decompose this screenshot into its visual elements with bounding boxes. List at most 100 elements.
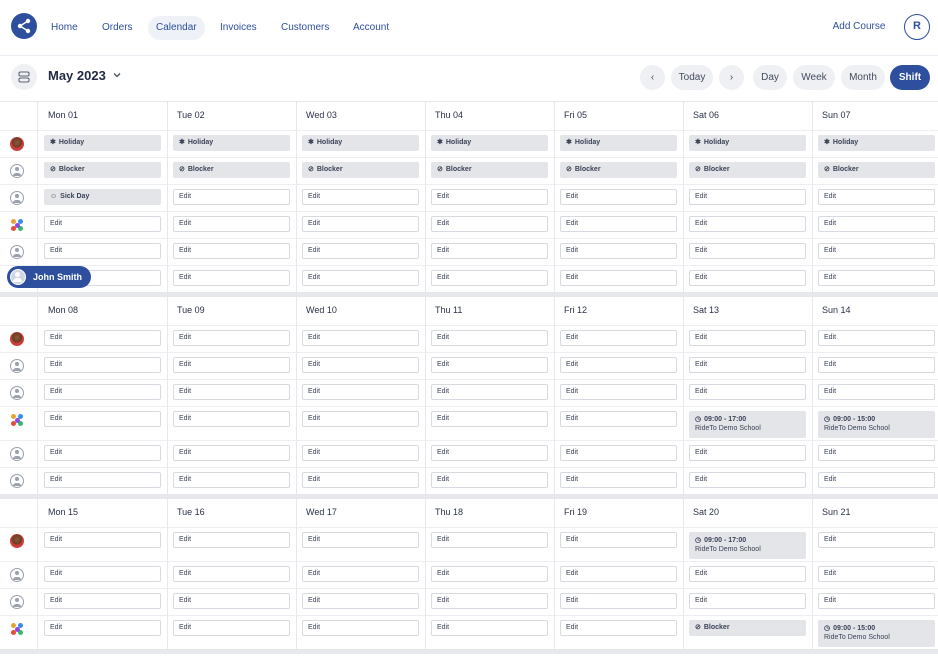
edit-shift-cell[interactable]: Edit [818, 216, 935, 232]
edit-shift-cell[interactable]: Edit [173, 532, 290, 548]
edit-shift-cell[interactable]: Edit [560, 216, 677, 232]
edit-shift-cell[interactable]: Edit [689, 566, 806, 582]
share-logo-icon[interactable] [11, 13, 37, 39]
edit-shift-cell[interactable]: Edit [302, 532, 419, 548]
edit-shift-cell[interactable]: Edit [173, 189, 290, 205]
edit-shift-cell[interactable]: Edit [302, 357, 419, 373]
nav-invoices[interactable]: Invoices [212, 16, 265, 40]
staff-photo-avatar[interactable] [10, 137, 24, 151]
view-month[interactable]: Month [841, 65, 885, 90]
edit-shift-cell[interactable]: Edit [431, 566, 548, 582]
edit-shift-cell[interactable]: Edit [44, 472, 161, 488]
edit-shift-cell[interactable]: Edit [302, 566, 419, 582]
nav-customers[interactable]: Customers [273, 16, 337, 40]
edit-shift-cell[interactable]: Edit [302, 330, 419, 346]
edit-shift-cell[interactable]: Edit [44, 445, 161, 461]
holiday-badge[interactable]: ✱ Holiday [44, 135, 161, 151]
staff-default-avatar[interactable] [10, 191, 24, 205]
edit-shift-cell[interactable]: Edit [431, 472, 548, 488]
staff-tag-john-smith[interactable]: John Smith [7, 266, 91, 288]
edit-shift-cell[interactable]: Edit [431, 216, 548, 232]
edit-shift-cell[interactable]: Edit [818, 330, 935, 346]
account-avatar[interactable]: R [904, 14, 930, 40]
holiday-badge[interactable]: ✱ Holiday [818, 135, 935, 151]
nav-calendar[interactable]: Calendar [148, 16, 205, 40]
edit-shift-cell[interactable]: Edit [818, 532, 935, 548]
edit-shift-cell[interactable]: Edit [173, 620, 290, 636]
view-day[interactable]: Day [753, 65, 787, 90]
holiday-badge[interactable]: ✱ Holiday [560, 135, 677, 151]
edit-shift-cell[interactable]: Edit [431, 384, 548, 400]
edit-shift-cell[interactable]: Edit [818, 445, 935, 461]
edit-shift-cell[interactable]: Edit [431, 357, 548, 373]
edit-shift-cell[interactable]: Edit [689, 472, 806, 488]
edit-shift-cell[interactable]: Edit [44, 357, 161, 373]
edit-shift-cell[interactable]: Edit [689, 270, 806, 286]
edit-shift-cell[interactable]: Edit [560, 243, 677, 259]
layout-toggle-icon[interactable] [11, 64, 37, 90]
edit-shift-cell[interactable]: Edit [818, 189, 935, 205]
edit-shift-cell[interactable]: Edit [818, 472, 935, 488]
edit-shift-cell[interactable]: Edit [173, 411, 290, 427]
nav-home[interactable]: Home [43, 16, 86, 40]
edit-shift-cell[interactable]: Edit [302, 216, 419, 232]
edit-shift-cell[interactable]: Edit [44, 216, 161, 232]
staff-illustrated-avatar[interactable] [10, 622, 24, 636]
edit-shift-cell[interactable]: Edit [302, 270, 419, 286]
edit-shift-cell[interactable]: Edit [173, 593, 290, 609]
edit-shift-cell[interactable]: Edit [431, 270, 548, 286]
edit-shift-cell[interactable]: Edit [431, 411, 548, 427]
staff-default-avatar[interactable] [10, 568, 24, 582]
edit-shift-cell[interactable]: Edit [689, 445, 806, 461]
blocker-badge[interactable]: ⊘ Blocker [302, 162, 419, 178]
edit-shift-cell[interactable]: Edit [818, 384, 935, 400]
edit-shift-cell[interactable]: Edit [560, 411, 677, 427]
edit-shift-cell[interactable]: Edit [302, 445, 419, 461]
edit-shift-cell[interactable]: Edit [302, 384, 419, 400]
blocker-badge[interactable]: ⊘ Blocker [818, 162, 935, 178]
edit-shift-cell[interactable]: Edit [173, 330, 290, 346]
edit-shift-cell[interactable]: Edit [818, 270, 935, 286]
edit-shift-cell[interactable]: Edit [560, 330, 677, 346]
edit-shift-cell[interactable]: Edit [689, 189, 806, 205]
blocker-badge[interactable]: ⊘ Blocker [173, 162, 290, 178]
edit-shift-cell[interactable]: Edit [302, 243, 419, 259]
edit-shift-cell[interactable]: Edit [818, 243, 935, 259]
edit-shift-cell[interactable]: Edit [560, 472, 677, 488]
blocker-badge[interactable]: ⊘ Blocker [689, 162, 806, 178]
edit-shift-cell[interactable]: Edit [173, 243, 290, 259]
blocker-badge[interactable]: ⊘ Blocker [689, 620, 806, 636]
chevron-down-icon[interactable] [112, 70, 122, 80]
edit-shift-cell[interactable]: Edit [173, 566, 290, 582]
shift-block[interactable]: ◷ 09:00 - 15:00 RideTo Demo School [818, 411, 935, 438]
edit-shift-cell[interactable]: Edit [560, 384, 677, 400]
staff-default-avatar[interactable] [10, 164, 24, 178]
add-course-button[interactable]: Add Course [827, 16, 891, 38]
nav-account[interactable]: Account [345, 16, 397, 40]
edit-shift-cell[interactable]: Edit [173, 384, 290, 400]
staff-illustrated-avatar[interactable] [10, 218, 24, 232]
edit-shift-cell[interactable]: Edit [431, 593, 548, 609]
edit-shift-cell[interactable]: Edit [560, 532, 677, 548]
blocker-badge[interactable]: ⊘ Blocker [431, 162, 548, 178]
edit-shift-cell[interactable]: Edit [173, 270, 290, 286]
edit-shift-cell[interactable]: Edit [560, 566, 677, 582]
edit-shift-cell[interactable]: Edit [689, 593, 806, 609]
edit-shift-cell[interactable]: Edit [431, 445, 548, 461]
edit-shift-cell[interactable]: Edit [818, 357, 935, 373]
edit-shift-cell[interactable]: Edit [173, 472, 290, 488]
staff-default-avatar[interactable] [10, 595, 24, 609]
edit-shift-cell[interactable]: Edit [431, 532, 548, 548]
blocker-badge[interactable]: ⊘ Blocker [560, 162, 677, 178]
sick-day-badge[interactable]: ☺ Sick Day [44, 189, 161, 205]
edit-shift-cell[interactable]: Edit [431, 243, 548, 259]
edit-shift-cell[interactable]: Edit [689, 243, 806, 259]
shift-block[interactable]: ◷ 09:00 - 15:00 RideTo Demo School [818, 620, 935, 647]
staff-default-avatar[interactable] [10, 386, 24, 400]
edit-shift-cell[interactable]: Edit [302, 189, 419, 205]
holiday-badge[interactable]: ✱ Holiday [173, 135, 290, 151]
edit-shift-cell[interactable]: Edit [44, 330, 161, 346]
edit-shift-cell[interactable]: Edit [44, 620, 161, 636]
edit-shift-cell[interactable]: Edit [302, 593, 419, 609]
edit-shift-cell[interactable]: Edit [302, 472, 419, 488]
